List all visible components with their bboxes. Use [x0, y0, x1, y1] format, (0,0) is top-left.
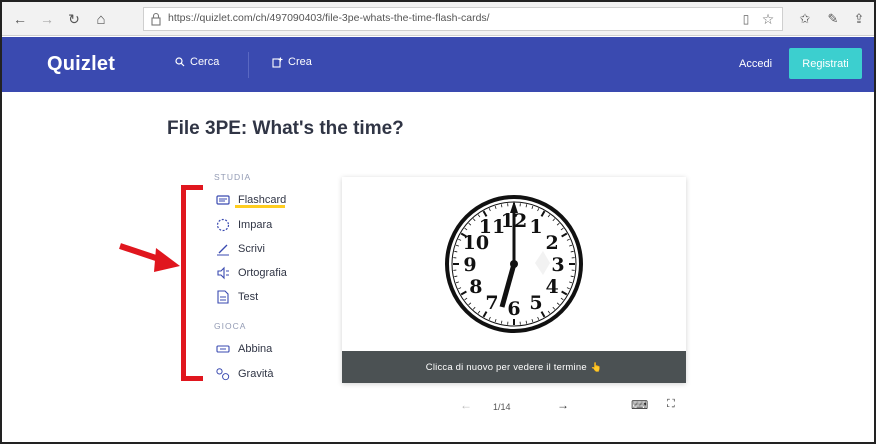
quizlet-logo[interactable]: Quizlet — [47, 53, 115, 76]
share-icon[interactable]: ⇪ — [850, 10, 868, 28]
mode-spell[interactable]: Ortografia — [216, 263, 287, 283]
flashcard[interactable]: 121234567891011 Clicca di nuovo per vede… — [342, 177, 686, 383]
search-label: Cerca — [190, 56, 220, 68]
create-label: Crea — [288, 56, 312, 68]
pen-icon[interactable]: ✎ — [824, 10, 842, 28]
mode-label: Impara — [238, 219, 273, 231]
mode-label: Scrivi — [238, 243, 265, 255]
back-icon[interactable]: ← — [10, 9, 30, 29]
annotation-arrow-icon — [119, 243, 180, 272]
fullscreen-icon[interactable]: ⛶ — [667, 398, 675, 411]
refresh-icon[interactable]: ↻ — [64, 9, 84, 29]
test-icon — [216, 290, 230, 304]
search-icon — [175, 57, 185, 67]
learn-icon — [216, 218, 230, 232]
search-link[interactable]: Cerca — [175, 56, 219, 68]
prev-card-icon[interactable]: ← — [460, 398, 472, 412]
clock-numeral: 9 — [463, 254, 476, 276]
clock-numeral: 11 — [479, 216, 505, 238]
play-section-label: GIOCA — [214, 321, 247, 331]
address-bar[interactable]: https://quizlet.com/ch/497090403/file-3p… — [143, 7, 783, 31]
flashcard-icon — [216, 193, 230, 207]
clock-numeral: 8 — [469, 276, 482, 298]
mode-gravity[interactable]: Gravità — [216, 364, 273, 384]
clock-numeral: 1 — [529, 216, 542, 238]
reading-view-icon[interactable]: ▯ — [738, 11, 754, 27]
login-link[interactable]: Accedi — [739, 58, 772, 70]
mode-match[interactable]: Abbina — [216, 339, 272, 359]
clock-numeral: 2 — [545, 232, 558, 254]
mode-write[interactable]: Scrivi — [216, 239, 265, 259]
write-icon — [216, 242, 230, 256]
clock-numeral: 7 — [485, 292, 498, 314]
mode-test[interactable]: Test — [216, 287, 258, 307]
mode-label: Ortografia — [238, 267, 287, 279]
home-icon[interactable]: ⌂ — [91, 9, 111, 29]
annotation-bracket-top — [181, 185, 203, 190]
mode-learn[interactable]: Impara — [216, 215, 272, 235]
clock-numeral: 5 — [529, 292, 542, 314]
active-mode-underline — [235, 205, 285, 208]
favorites-icon[interactable]: ✩ — [796, 10, 814, 28]
site-header: Quizlet Cerca Crea Accedi Registrati — [2, 37, 874, 92]
clock-numeral: 3 — [551, 254, 564, 276]
next-card-icon[interactable]: → — [557, 398, 569, 412]
study-section-label: STUDIA — [214, 172, 252, 182]
clock-image: 121234567891011 — [445, 195, 583, 333]
card-position: 1/14 — [493, 402, 511, 412]
mode-label: Gravità — [238, 368, 274, 380]
keyboard-shortcuts-icon[interactable]: ⌨ — [631, 398, 648, 412]
mode-label: Test — [238, 291, 259, 303]
match-icon — [216, 342, 230, 356]
forward-icon[interactable]: → — [37, 9, 57, 29]
header-divider — [248, 52, 249, 78]
flashcard-hint-bar: Clicca di nuovo per vedere il termine 👆 — [342, 351, 686, 383]
clock-numeral: 4 — [545, 276, 558, 298]
mode-label: Abbina — [238, 343, 273, 355]
url-text[interactable]: https://quizlet.com/ch/497090403/file-3p… — [168, 12, 490, 24]
favorite-star-icon[interactable]: ☆ — [760, 11, 776, 27]
create-link[interactable]: Crea — [272, 56, 312, 68]
clock-numeral: 6 — [507, 298, 520, 320]
browser-toolbar: ← → ↻ ⌂ https://quizlet.com/ch/497090403… — [2, 2, 874, 36]
spell-icon — [216, 266, 230, 280]
flashcard-hint-text: Clicca di nuovo per vedere il termine — [425, 361, 587, 373]
annotation-bracket — [181, 185, 195, 381]
signup-button[interactable]: Registrati — [789, 48, 862, 79]
create-icon — [272, 57, 283, 68]
annotation-bracket-bottom — [181, 376, 203, 381]
pointing-hand-icon: 👆 — [590, 361, 603, 372]
set-title: File 3PE: What's the time? — [167, 118, 404, 139]
gravity-icon — [216, 367, 230, 381]
lock-icon — [151, 12, 161, 26]
